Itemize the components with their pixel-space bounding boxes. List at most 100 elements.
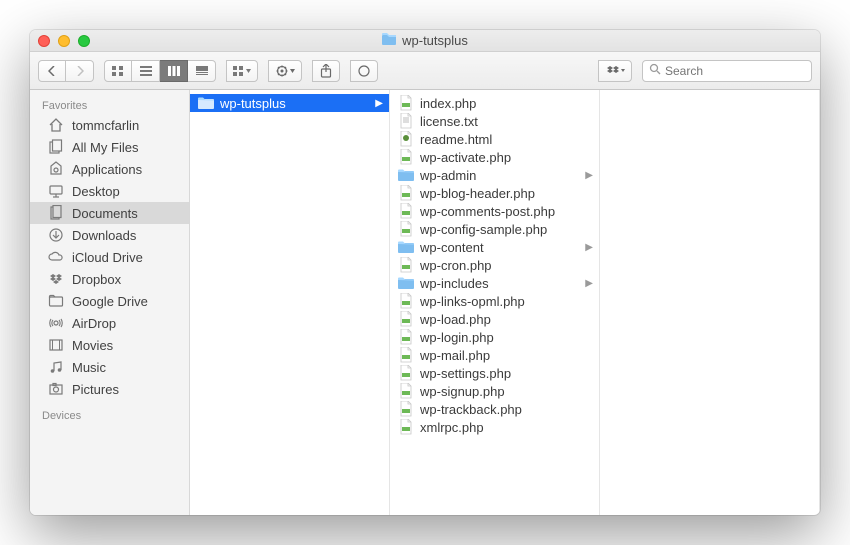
view-buttons: [104, 60, 216, 82]
action-button[interactable]: [268, 60, 302, 82]
folder-row[interactable]: wp-content▶: [390, 238, 599, 256]
item-name: wp-mail.php: [420, 348, 490, 363]
folder-icon: [382, 33, 396, 48]
toolbar: [30, 52, 820, 90]
sidebar-item[interactable]: Music: [30, 356, 189, 378]
chevron-right-icon: ▶: [375, 98, 383, 109]
desktop-icon: [48, 183, 64, 199]
back-button[interactable]: [38, 60, 66, 82]
minimize-button[interactable]: [58, 35, 70, 47]
sidebar-item[interactable]: All My Files: [30, 136, 189, 158]
folder-icon: [398, 167, 414, 183]
file-row[interactable]: xmlrpc.php: [390, 418, 599, 436]
sidebar-item-label: Downloads: [72, 228, 136, 243]
file-icon: [398, 95, 414, 111]
tags-group: [350, 60, 378, 82]
file-row[interactable]: wp-comments-post.php: [390, 202, 599, 220]
music-icon: [48, 359, 64, 375]
column-2[interactable]: [600, 90, 820, 515]
folder-row[interactable]: wp-includes▶: [390, 274, 599, 292]
column-1[interactable]: index.php license.txtreadme.html wp-activa…: [390, 90, 600, 515]
file-row[interactable]: wp-links-opml.php: [390, 292, 599, 310]
file-row[interactable]: index.php: [390, 94, 599, 112]
search-field[interactable]: [642, 60, 812, 82]
item-name: license.txt: [420, 114, 478, 129]
dropbox-icon: [48, 271, 64, 287]
file-row[interactable]: wp-config-sample.php: [390, 220, 599, 238]
sidebar-item[interactable]: Documents: [30, 202, 189, 224]
folder-row[interactable]: wp-admin▶: [390, 166, 599, 184]
file-row[interactable]: wp-activate.php: [390, 148, 599, 166]
folder-icon: [398, 239, 414, 255]
file-row[interactable]: wp-login.php: [390, 328, 599, 346]
columns: wp-tutsplus▶ index.php license.txtreadme.…: [190, 90, 820, 515]
sidebar-item[interactable]: Downloads: [30, 224, 189, 246]
sidebar-item[interactable]: iCloud Drive: [30, 246, 189, 268]
share-button[interactable]: [312, 60, 340, 82]
view-list-button[interactable]: [132, 60, 160, 82]
sidebar-item[interactable]: Movies: [30, 334, 189, 356]
sidebar-item-label: Applications: [72, 162, 142, 177]
sidebar-item-label: iCloud Drive: [72, 250, 143, 265]
search-icon: [649, 62, 661, 80]
sidebar-item[interactable]: Desktop: [30, 180, 189, 202]
item-name: wp-comments-post.php: [420, 204, 555, 219]
file-row[interactable]: wp-blog-header.php: [390, 184, 599, 202]
sidebar-item-label: tommcfarlin: [72, 118, 139, 133]
action-group: [268, 60, 302, 82]
file-icon: [398, 185, 414, 201]
body: Favorites tommcfarlinAll My FilesApplica…: [30, 90, 820, 515]
sidebar-item[interactable]: Applications: [30, 158, 189, 180]
movies-icon: [48, 337, 64, 353]
file-icon: [398, 401, 414, 417]
file-row[interactable]: wp-trackback.php: [390, 400, 599, 418]
dropbox-button[interactable]: [598, 60, 632, 82]
view-icons-button[interactable]: [104, 60, 132, 82]
window-title-text: wp-tutsplus: [402, 33, 468, 48]
folder-row[interactable]: wp-tutsplus▶: [190, 94, 389, 112]
sidebar-item-label: Google Drive: [72, 294, 148, 309]
view-columns-button[interactable]: [160, 60, 188, 82]
file-row[interactable]: wp-cron.php: [390, 256, 599, 274]
downloads-icon: [48, 227, 64, 243]
file-row[interactable]: wp-signup.php: [390, 382, 599, 400]
forward-button[interactable]: [66, 60, 94, 82]
sidebar-item[interactable]: tommcfarlin: [30, 114, 189, 136]
arrange-button[interactable]: [226, 60, 258, 82]
file-row[interactable]: wp-load.php: [390, 310, 599, 328]
column-0[interactable]: wp-tutsplus▶: [190, 90, 390, 515]
apps-icon: [48, 161, 64, 177]
file-row[interactable]: readme.html: [390, 130, 599, 148]
item-name: wp-activate.php: [420, 150, 511, 165]
item-name: wp-includes: [420, 276, 489, 291]
search-input[interactable]: [665, 64, 805, 78]
sidebar-item[interactable]: Dropbox: [30, 268, 189, 290]
close-button[interactable]: [38, 35, 50, 47]
item-name: wp-blog-header.php: [420, 186, 535, 201]
file-row[interactable]: wp-mail.php: [390, 346, 599, 364]
airdrop-icon: [48, 315, 64, 331]
sidebar-item-label: All My Files: [72, 140, 138, 155]
item-name: wp-settings.php: [420, 366, 511, 381]
sidebar-item[interactable]: Google Drive: [30, 290, 189, 312]
finder-window: wp-tutsplus: [30, 30, 820, 515]
sidebar-item[interactable]: Pictures: [30, 378, 189, 400]
file-icon: [398, 203, 414, 219]
sidebar: Favorites tommcfarlinAll My FilesApplica…: [30, 90, 190, 515]
file-icon: [398, 347, 414, 363]
sidebar-item[interactable]: AirDrop: [30, 312, 189, 334]
sidebar-item-label: Desktop: [72, 184, 120, 199]
sidebar-header-devices: Devices: [30, 406, 189, 424]
tags-button[interactable]: [350, 60, 378, 82]
file-row[interactable]: license.txt: [390, 112, 599, 130]
chevron-right-icon: ▶: [585, 170, 593, 181]
file-icon: [398, 329, 414, 345]
maximize-button[interactable]: [78, 35, 90, 47]
traffic-lights: [38, 35, 90, 47]
view-coverflow-button[interactable]: [188, 60, 216, 82]
item-name: index.php: [420, 96, 476, 111]
file-row[interactable]: wp-settings.php: [390, 364, 599, 382]
file-icon: [398, 221, 414, 237]
share-group: [312, 60, 340, 82]
arrange-group: [226, 60, 258, 82]
